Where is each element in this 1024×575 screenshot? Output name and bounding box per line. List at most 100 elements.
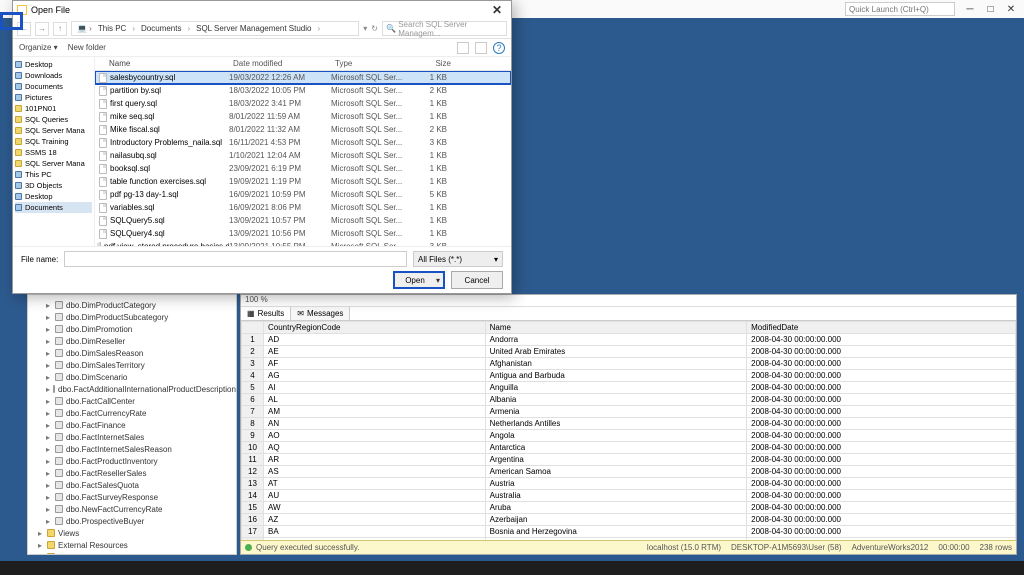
- help-icon[interactable]: ?: [493, 42, 505, 54]
- tree-node-table[interactable]: ▸dbo.DimPromotion: [30, 323, 234, 335]
- nav-tree-item[interactable]: Pictures: [15, 92, 92, 103]
- result-row[interactable]: 17BABosnia and Herzegovina2008-04-30 00:…: [242, 526, 1016, 538]
- results-grid[interactable]: CountryRegionCodeNameModifiedDate1ADAndo…: [241, 321, 1016, 540]
- file-row[interactable]: partition by.sql18/03/2022 10:05 PMMicro…: [95, 84, 511, 97]
- result-row[interactable]: 7AMArmenia2008-04-30 00:00:00.000: [242, 406, 1016, 418]
- tree-node-table[interactable]: ▸dbo.NewFactCurrencyRate: [30, 503, 234, 515]
- nav-tree-item[interactable]: 3D Objects: [15, 180, 92, 191]
- result-row[interactable]: 2AEUnited Arab Emirates2008-04-30 00:00:…: [242, 346, 1016, 358]
- result-row[interactable]: 4AGAntigua and Barbuda2008-04-30 00:00:0…: [242, 370, 1016, 382]
- tab-results[interactable]: ▦Results: [241, 307, 291, 320]
- tree-node-table[interactable]: ▸dbo.DimScenario: [30, 371, 234, 383]
- nav-tree-item[interactable]: Desktop: [15, 59, 92, 70]
- windows-taskbar[interactable]: [0, 561, 1024, 575]
- preview-pane-icon[interactable]: [475, 42, 487, 54]
- breadcrumb-segment[interactable]: SQL Server Management Studio: [193, 24, 314, 33]
- file-type-filter[interactable]: All Files (*.*)▾: [413, 251, 503, 267]
- tree-node-table[interactable]: ▸dbo.DimReseller: [30, 335, 234, 347]
- result-row[interactable]: 6ALAlbania2008-04-30 00:00:00.000: [242, 394, 1016, 406]
- tree-node-table[interactable]: ▸dbo.FactProductInventory: [30, 455, 234, 467]
- result-row[interactable]: 3AFAfghanistan2008-04-30 00:00:00.000: [242, 358, 1016, 370]
- nav-tree-item[interactable]: Downloads: [15, 70, 92, 81]
- file-row[interactable]: booksql.sql23/09/2021 6:19 PMMicrosoft S…: [95, 162, 511, 175]
- nav-back-icon[interactable]: ←: [17, 22, 31, 36]
- tree-node-table[interactable]: ▸dbo.FactInternetSalesReason: [30, 443, 234, 455]
- breadcrumb[interactable]: 💻 › This PC›Documents›SQL Server Managem…: [71, 21, 359, 36]
- tree-node-table[interactable]: ▸dbo.FactFinance: [30, 419, 234, 431]
- result-row[interactable]: 11ARArgentina2008-04-30 00:00:00.000: [242, 454, 1016, 466]
- tab-messages[interactable]: ✉Messages: [291, 307, 350, 320]
- nav-tree-item[interactable]: This PC: [15, 169, 92, 180]
- nav-tree-item[interactable]: SQL Server Mana: [15, 125, 92, 136]
- object-explorer-panel[interactable]: ▸dbo.DimProductCategory▸dbo.DimProductSu…: [27, 294, 237, 555]
- result-row[interactable]: 12ASAmerican Samoa2008-04-30 00:00:00.00…: [242, 466, 1016, 478]
- nav-tree-item[interactable]: Documents: [15, 81, 92, 92]
- result-row[interactable]: 14AUAustralia2008-04-30 00:00:00.000: [242, 490, 1016, 502]
- nav-tree-item[interactable]: SQL Queries: [15, 114, 92, 125]
- tree-node-table[interactable]: ▸dbo.DimSalesReason: [30, 347, 234, 359]
- file-row[interactable]: pdf pg-13 day-1.sql16/09/2021 10:59 PMMi…: [95, 188, 511, 201]
- result-row[interactable]: 1ADAndorra2008-04-30 00:00:00.000: [242, 334, 1016, 346]
- file-row[interactable]: mike seq.sql8/01/2022 11:59 AMMicrosoft …: [95, 110, 511, 123]
- col-size[interactable]: Size: [407, 59, 455, 68]
- result-row[interactable]: 10AQAntarctica2008-04-30 00:00:00.000: [242, 442, 1016, 454]
- tree-node-table[interactable]: ▸dbo.FactSurveyResponse: [30, 491, 234, 503]
- view-options-icon[interactable]: [457, 42, 469, 54]
- nav-tree-item[interactable]: 101PN01: [15, 103, 92, 114]
- tree-node-folder[interactable]: ▸External Resources: [30, 539, 234, 551]
- result-row[interactable]: 5AIAnguilla2008-04-30 00:00:00.000: [242, 382, 1016, 394]
- dialog-search-input[interactable]: 🔍 Search SQL Server Managem...: [382, 21, 507, 36]
- nav-tree-item[interactable]: SSMS 18: [15, 147, 92, 158]
- col-date[interactable]: Date modified: [229, 59, 331, 68]
- result-col-header[interactable]: Name: [485, 322, 747, 334]
- close-icon[interactable]: ✕: [1002, 4, 1020, 15]
- result-row[interactable]: 13ATAustria2008-04-30 00:00:00.000: [242, 478, 1016, 490]
- file-row[interactable]: Introductory Problems_naila.sql16/11/202…: [95, 136, 511, 149]
- file-row[interactable]: salesbycountry.sql19/03/2022 12:26 AMMic…: [95, 71, 511, 84]
- dialog-close-icon[interactable]: ✕: [487, 3, 507, 17]
- cancel-button[interactable]: Cancel: [451, 271, 503, 289]
- tree-node-table[interactable]: ▸dbo.DimProductCategory: [30, 299, 234, 311]
- result-row[interactable]: 9AOAngola2008-04-30 00:00:00.000: [242, 430, 1016, 442]
- new-folder-button[interactable]: New folder: [68, 43, 106, 52]
- breadcrumb-segment[interactable]: Documents: [138, 24, 184, 33]
- file-row[interactable]: SQLQuery5.sql13/09/2021 10:57 PMMicrosof…: [95, 214, 511, 227]
- nav-tree-item[interactable]: Documents: [15, 202, 92, 213]
- tree-node-table[interactable]: ▸dbo.FactResellerSales: [30, 467, 234, 479]
- maximize-icon[interactable]: □: [981, 4, 999, 15]
- dialog-titlebar[interactable]: Open File ✕: [13, 1, 511, 19]
- tree-node-table[interactable]: ▸dbo.ProspectiveBuyer: [30, 515, 234, 527]
- tree-node-table[interactable]: ▸dbo.DimSalesTerritory: [30, 359, 234, 371]
- result-row[interactable]: 15AWAruba2008-04-30 00:00:00.000: [242, 502, 1016, 514]
- tree-node-table[interactable]: ▸dbo.FactSalesQuota: [30, 479, 234, 491]
- nav-tree-item[interactable]: Desktop: [15, 191, 92, 202]
- file-row[interactable]: variables.sql16/09/2021 8:06 PMMicrosoft…: [95, 201, 511, 214]
- minimize-icon[interactable]: ─: [961, 4, 979, 15]
- tree-node-folder[interactable]: ▸Synonyms: [30, 551, 234, 555]
- tree-node-table[interactable]: ▸dbo.FactCallCenter: [30, 395, 234, 407]
- col-name[interactable]: Name: [95, 59, 229, 68]
- nav-up-icon[interactable]: ↑: [53, 22, 67, 36]
- tree-node-table[interactable]: ▸dbo.FactAdditionalInternationalProductD…: [30, 383, 234, 395]
- nav-tree-item[interactable]: SQL Server Mana: [15, 158, 92, 169]
- tree-node-table[interactable]: ▸dbo.DimProductSubcategory: [30, 311, 234, 323]
- file-row[interactable]: Mike fiscal.sql8/01/2022 11:32 AMMicroso…: [95, 123, 511, 136]
- result-row[interactable]: 8ANNetherlands Antilles2008-04-30 00:00:…: [242, 418, 1016, 430]
- file-row[interactable]: nailasubq.sql1/10/2021 12:04 AMMicrosoft…: [95, 149, 511, 162]
- file-list[interactable]: Name Date modified Type Size salesbycoun…: [95, 57, 511, 246]
- tree-node-table[interactable]: ▸dbo.FactInternetSales: [30, 431, 234, 443]
- open-button[interactable]: Open: [393, 271, 445, 289]
- quick-launch-input[interactable]: [845, 2, 955, 16]
- result-row[interactable]: 16AZAzerbaijan2008-04-30 00:00:00.000: [242, 514, 1016, 526]
- file-row[interactable]: table function exercises.sql19/09/2021 1…: [95, 175, 511, 188]
- file-name-input[interactable]: [64, 251, 407, 267]
- dialog-nav-tree[interactable]: DesktopDownloadsDocumentsPictures101PN01…: [13, 57, 95, 246]
- tree-node-table[interactable]: ▸dbo.FactCurrencyRate: [30, 407, 234, 419]
- organize-button[interactable]: Organize ▾: [19, 43, 58, 52]
- nav-forward-icon[interactable]: →: [35, 22, 49, 36]
- col-type[interactable]: Type: [331, 59, 407, 68]
- result-col-header[interactable]: ModifiedDate: [747, 322, 1016, 334]
- result-col-header[interactable]: CountryRegionCode: [264, 322, 486, 334]
- breadcrumb-segment[interactable]: This PC: [95, 24, 129, 33]
- file-row[interactable]: first query.sql18/03/2022 3:41 PMMicroso…: [95, 97, 511, 110]
